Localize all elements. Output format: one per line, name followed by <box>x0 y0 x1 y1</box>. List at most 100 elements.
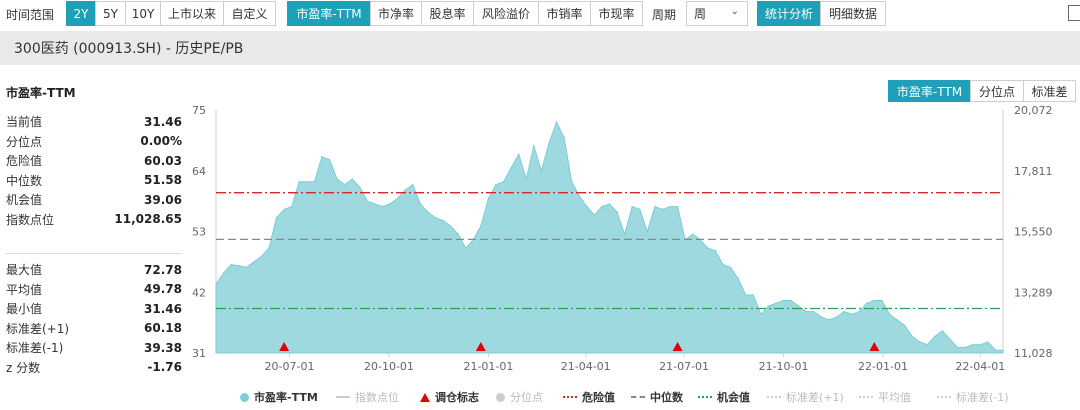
legend-label: 指数点位 <box>355 391 399 404</box>
pe-ttm-point <box>926 343 929 346</box>
pe-ttm-point <box>729 266 732 269</box>
pe-ttm-point <box>487 197 490 200</box>
pe-ttm-point <box>767 305 770 307</box>
pe-ttm-point <box>850 313 853 316</box>
legend-label: 标准差(+1) <box>786 391 844 404</box>
line-icon <box>563 396 577 398</box>
pe-ttm-point <box>548 142 550 144</box>
pe-ttm-point <box>593 214 596 216</box>
pe-ttm-point <box>563 136 565 139</box>
pe-ttm-point <box>911 335 913 338</box>
pe-ttm-point <box>412 183 414 186</box>
legend-item[interactable]: 标准差(-1) <box>937 389 1009 405</box>
triangle-icon <box>420 392 430 402</box>
legend-item[interactable]: 机会值 <box>698 389 750 405</box>
legend-label: 市盈率-TTM <box>254 391 318 404</box>
pe-ttm-point <box>835 316 838 318</box>
y-tick-label-right: 17,811 <box>1014 165 1053 178</box>
pe-ttm-point <box>336 178 338 180</box>
pe-ttm-point <box>949 338 951 341</box>
legend-item[interactable]: 分位点 <box>496 389 543 405</box>
pe-ttm-point <box>797 305 800 307</box>
x-tick-label: 20-10-01 <box>364 360 414 373</box>
pe-ttm-point <box>230 263 232 266</box>
pe-ttm-point <box>888 313 891 316</box>
y-tick-label-right: 11,028 <box>1014 347 1053 360</box>
pe-ttm-point <box>434 216 437 219</box>
pe-ttm-point <box>676 205 679 208</box>
legend-label: 机会值 <box>717 391 750 404</box>
pe-ttm-point <box>616 211 618 213</box>
pe-ttm-point <box>359 186 361 189</box>
y-tick-label-right: 15,550 <box>1014 226 1053 239</box>
pe-ttm-point <box>245 266 248 269</box>
pe-ttm-point <box>517 153 520 155</box>
pe-ttm-point <box>843 310 845 313</box>
pe-ttm-point <box>919 341 921 343</box>
pe-ttm-point <box>661 208 664 211</box>
pe-ttm-point <box>290 205 293 208</box>
pe-ttm-point <box>555 121 558 123</box>
line-icon <box>336 396 350 398</box>
x-tick-label: 21-04-01 <box>561 360 611 373</box>
pe-ttm-point <box>268 247 270 249</box>
pe-ttm-point <box>934 335 936 338</box>
pe-ttm-point <box>813 310 815 313</box>
line-icon <box>698 396 712 398</box>
pe-ttm-point <box>586 205 588 208</box>
y-tick-label-left: 75 <box>192 104 206 117</box>
y-tick-label-right: 13,289 <box>1014 286 1053 299</box>
pe-ttm-point <box>744 294 747 296</box>
y-tick-label-left: 53 <box>192 226 206 239</box>
pe-ttm-point <box>654 205 656 208</box>
pe-ttm-point <box>253 261 255 263</box>
pe-ttm-point <box>623 233 626 236</box>
pe-ttm-point <box>427 211 429 213</box>
x-tick-label: 22-04-01 <box>955 360 1005 373</box>
legend-item[interactable]: 中位数 <box>631 389 683 405</box>
pe-ttm-point <box>775 302 777 305</box>
y-tick-label-left: 31 <box>192 347 206 360</box>
legend-item[interactable]: 市盈率-TTM <box>240 389 318 405</box>
y-tick-label-left: 42 <box>192 286 206 299</box>
legend-item[interactable]: 危险值 <box>563 389 615 405</box>
pe-ttm-point <box>215 283 217 285</box>
pe-ttm-point <box>722 263 724 266</box>
pe-ttm-point <box>298 181 301 183</box>
pe-ttm-point <box>805 310 808 313</box>
pe-ttm-point <box>396 197 399 200</box>
pe-ttm-point <box>464 247 467 249</box>
pe-ttm-point <box>903 324 906 327</box>
pe-ttm-point <box>987 341 989 343</box>
legend-label: 中位数 <box>650 391 683 404</box>
legend-item[interactable]: 指数点位 <box>336 389 399 405</box>
pe-ttm-point <box>374 203 376 205</box>
pe-ttm-point <box>631 205 633 208</box>
pe-ttm-point <box>449 225 452 227</box>
pe-ttm-point <box>328 158 331 161</box>
pe-ttm-point <box>881 299 883 302</box>
legend-label: 标准差(-1) <box>956 391 1009 404</box>
pe-ttm-point <box>306 181 308 183</box>
pe-ttm-point <box>321 156 323 158</box>
legend-item[interactable]: 平均值 <box>859 389 911 405</box>
dot-icon <box>240 392 249 402</box>
pe-ttm-point <box>646 230 649 233</box>
x-tick-label: 21-01-01 <box>463 360 513 373</box>
legend-item[interactable]: 调仓标志 <box>420 389 479 405</box>
pe-history-chart: 75 64 53 42 31 20,072 17,811 15,550 13,289 11,028… <box>192 104 1053 373</box>
pe-ttm-point <box>351 178 354 180</box>
pe-ttm-point <box>237 264 240 267</box>
legend-item[interactable]: 标准差(+1) <box>767 389 844 405</box>
pe-ttm-point <box>782 299 785 302</box>
pe-ttm-point <box>540 170 543 172</box>
y-tick-label-left: 64 <box>192 165 206 178</box>
pe-ttm-point <box>404 189 407 191</box>
pe-ttm-point <box>389 203 391 205</box>
x-tick-label: 21-10-01 <box>759 360 809 373</box>
pe-ttm-point <box>381 205 384 208</box>
x-tick-label: 20-07-01 <box>265 360 315 373</box>
pe-ttm-point <box>525 178 528 180</box>
pe-ttm-point <box>570 181 573 183</box>
pe-ttm-point <box>873 299 876 302</box>
